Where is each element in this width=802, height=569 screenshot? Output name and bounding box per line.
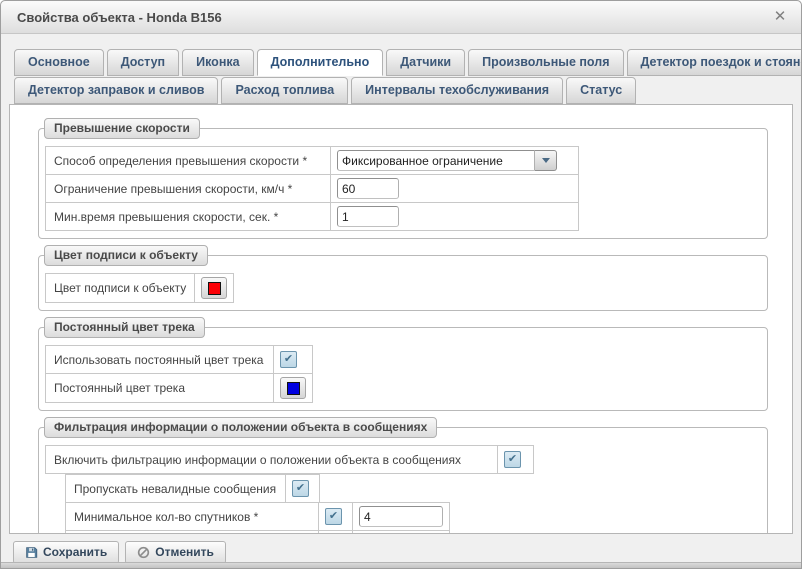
table-row: Включить фильтрацию информации о положен… [46, 446, 534, 474]
save-button-label: Сохранить [43, 545, 107, 559]
use-track-color-label: Использовать постоянный цвет трека [46, 346, 274, 374]
min-satellites-checkbox[interactable]: ✔ [325, 508, 342, 525]
cancel-button-label: Отменить [155, 545, 214, 559]
filtering-enable-table: Включить фильтрацию информации о положен… [45, 445, 534, 474]
speeding-method-label: Способ определения превышения скорости * [46, 147, 331, 175]
min-time-label: Мин.время превышения скорости, сек. * [46, 203, 331, 231]
table-row: Минимальное кол-во спутников * ✔ [66, 503, 450, 531]
track-color-section: Постоянный цвет трека Использовать посто… [38, 327, 768, 411]
tab-bar: Основное Доступ Иконка Дополнительно Дат… [1, 34, 801, 104]
speeding-method-select[interactable] [337, 150, 557, 171]
chevron-down-icon[interactable] [535, 150, 557, 171]
table-row: Способ определения превышения скорости * [46, 147, 579, 175]
tab-additional[interactable]: Дополнительно [257, 49, 384, 76]
table-row: Ограничение превышения скорости, км/ч * [46, 175, 579, 203]
window-bottom-frame [1, 562, 801, 568]
speeding-legend: Превышение скорости [44, 118, 200, 139]
cancel-icon [137, 546, 150, 559]
label-color-swatch [208, 282, 221, 295]
label-color-table: Цвет подписи к объекту [45, 273, 234, 303]
tab-access[interactable]: Доступ [107, 49, 179, 76]
label-color-label: Цвет подписи к объекту [46, 274, 195, 303]
titlebar: Свойства объекта - Honda B156 ✕ [1, 1, 801, 34]
label-color-picker-button[interactable] [201, 277, 227, 299]
skip-invalid-table: Пропускать невалидные сообщения ✔ [65, 474, 320, 503]
table-row: Пропускать невалидные сообщения ✔ [66, 475, 320, 503]
min-satellites-input[interactable] [359, 506, 443, 527]
table-row: Мин.время превышения скорости, сек. * [46, 203, 579, 231]
filtering-legend: Фильтрация информации о положении объект… [44, 417, 437, 438]
tab-row-1: Основное Доступ Иконка Дополнительно Дат… [14, 49, 789, 76]
tab-fuel-consumption[interactable]: Расход топлива [221, 77, 348, 104]
min-satellites-label: Минимальное кол-во спутников * [66, 503, 319, 531]
speeding-method-value[interactable] [337, 150, 535, 171]
speed-limit-input[interactable] [337, 178, 399, 199]
speeding-table: Способ определения превышения скорости *… [45, 146, 579, 231]
min-time-input[interactable] [337, 206, 399, 227]
cancel-button[interactable]: Отменить [125, 541, 226, 564]
speeding-section: Превышение скорости Способ определения п… [38, 128, 768, 239]
use-track-color-checkbox[interactable]: ✔ [280, 351, 297, 368]
skip-invalid-checkbox[interactable]: ✔ [292, 480, 309, 497]
filtering-section: Фильтрация информации о положении объект… [38, 427, 768, 534]
track-color-swatch [287, 382, 300, 395]
save-disk-icon [25, 546, 38, 559]
table-row: Цвет подписи к объекту [46, 274, 234, 303]
tab-icon[interactable]: Иконка [182, 49, 253, 76]
tab-custom-fields[interactable]: Произвольные поля [468, 49, 623, 76]
tab-content-additional: Превышение скорости Способ определения п… [9, 104, 793, 534]
table-row: Постоянный цвет трека [46, 374, 313, 403]
object-properties-dialog: Свойства объекта - Honda B156 ✕ Основное… [0, 0, 802, 569]
tab-status[interactable]: Статус [566, 77, 636, 104]
label-color-legend: Цвет подписи к объекту [44, 245, 208, 266]
track-color-label: Постоянный цвет трека [46, 374, 274, 403]
speed-limit-label: Ограничение превышения скорости, км/ч * [46, 175, 331, 203]
filtering-values-table: Минимальное кол-во спутников * ✔ Максима… [65, 502, 450, 534]
filtering-enable-label: Включить фильтрацию информации о положен… [46, 446, 498, 474]
tab-service-intervals[interactable]: Интервалы техобслуживания [351, 77, 563, 104]
footer-toolbar: Сохранить Отменить [1, 534, 801, 564]
track-color-table: Использовать постоянный цвет трека ✔ Пос… [45, 345, 313, 403]
skip-invalid-label: Пропускать невалидные сообщения [66, 475, 286, 503]
track-color-legend: Постоянный цвет трека [44, 317, 205, 338]
tab-fuel-detector[interactable]: Детектор заправок и сливов [14, 77, 218, 104]
table-row: Использовать постоянный цвет трека ✔ [46, 346, 313, 374]
page-title: Свойства объекта - Honda B156 [17, 10, 771, 25]
save-button[interactable]: Сохранить [13, 541, 119, 564]
track-color-picker-button[interactable] [280, 377, 306, 399]
label-color-section: Цвет подписи к объекту Цвет подписи к об… [38, 255, 768, 311]
tab-sensors[interactable]: Датчики [386, 49, 465, 76]
filtering-enable-checkbox[interactable]: ✔ [504, 451, 521, 468]
tab-row-2: Детектор заправок и сливов Расход топлив… [14, 77, 789, 104]
tab-trip-detector[interactable]: Детектор поездок и стоянок [627, 49, 802, 76]
tab-main[interactable]: Основное [14, 49, 104, 76]
close-icon[interactable]: ✕ [771, 8, 789, 26]
